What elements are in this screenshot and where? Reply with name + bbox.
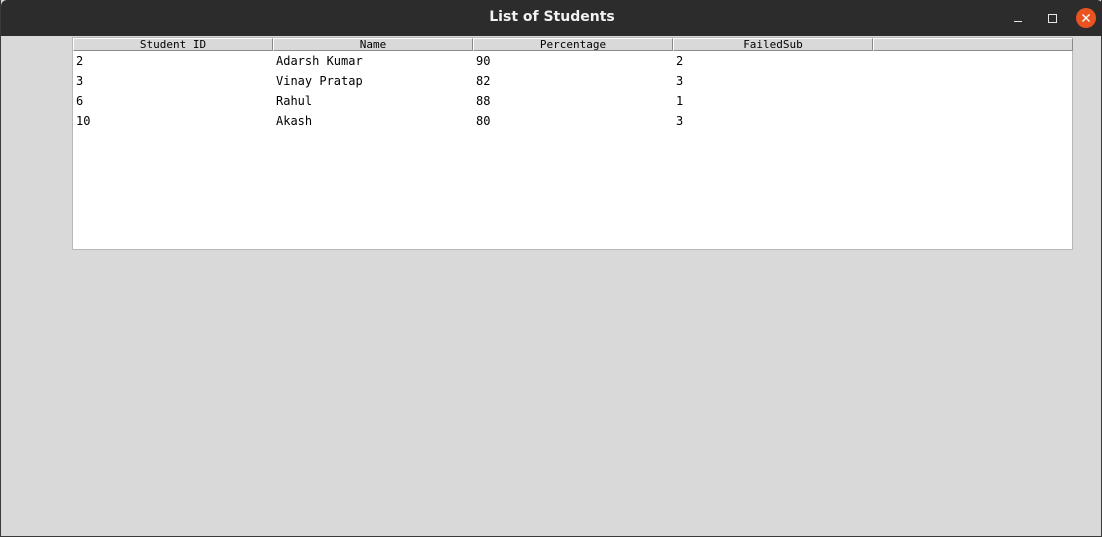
column-header-percentage[interactable]: Percentage <box>473 38 673 51</box>
close-icon <box>1082 14 1090 22</box>
window-title: List of Students <box>489 9 615 25</box>
table-body: 2 Adarsh Kumar 90 2 3 Vinay Pratap 82 3 … <box>73 52 1073 132</box>
cell-name: Akash <box>276 114 313 128</box>
maximize-button[interactable] <box>1042 8 1062 28</box>
column-header-failedsub[interactable]: FailedSub <box>673 38 873 51</box>
table-row[interactable]: 6 Rahul 88 1 <box>73 92 1073 112</box>
cell-name: Vinay Pratap <box>276 74 363 88</box>
column-header-empty[interactable] <box>873 38 1073 51</box>
table-header: Student ID Name Percentage FailedSub <box>73 38 1073 51</box>
cell-failedsub: 1 <box>676 94 684 108</box>
column-header-student-id[interactable]: Student ID <box>73 38 273 51</box>
maximize-icon <box>1047 13 1057 23</box>
title-bar[interactable]: List of Students <box>1 0 1102 36</box>
minimize-button[interactable] <box>1008 8 1028 28</box>
cell-failedsub: 2 <box>676 54 684 68</box>
close-button[interactable] <box>1076 8 1096 28</box>
cell-percentage: 80 <box>476 114 491 128</box>
students-table[interactable]: Student ID Name Percentage FailedSub 2 A… <box>72 37 1073 250</box>
application-window: List of Students Student ID Name Percent… <box>0 0 1102 537</box>
cell-name: Rahul <box>276 94 313 108</box>
cell-student-id: 10 <box>76 114 91 128</box>
cell-name: Adarsh Kumar <box>276 54 363 68</box>
column-header-name[interactable]: Name <box>273 38 473 51</box>
cell-percentage: 82 <box>476 74 491 88</box>
cell-failedsub: 3 <box>676 114 684 128</box>
cell-student-id: 6 <box>76 94 84 108</box>
cell-percentage: 88 <box>476 94 491 108</box>
cell-student-id: 2 <box>76 54 84 68</box>
cell-percentage: 90 <box>476 54 491 68</box>
table-row[interactable]: 3 Vinay Pratap 82 3 <box>73 72 1073 92</box>
table-row[interactable]: 2 Adarsh Kumar 90 2 <box>73 52 1073 72</box>
table-row[interactable]: 10 Akash 80 3 <box>73 112 1073 132</box>
cell-failedsub: 3 <box>676 74 684 88</box>
cell-student-id: 3 <box>76 74 84 88</box>
minimize-icon <box>1014 20 1022 22</box>
